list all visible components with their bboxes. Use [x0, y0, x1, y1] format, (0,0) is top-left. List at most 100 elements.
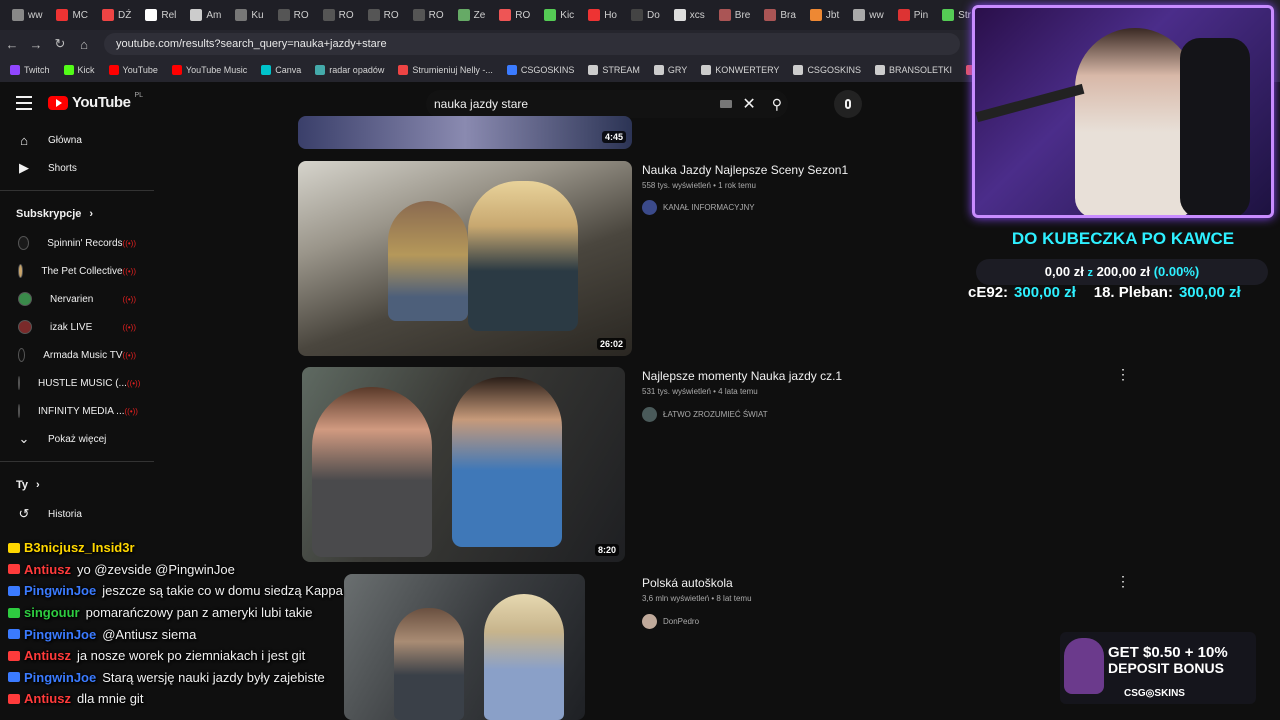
tab-label: Ho — [604, 9, 617, 21]
streamer-figure — [1075, 28, 1195, 215]
tab-label: Pin — [913, 9, 929, 21]
video-thumbnail[interactable]: 4:45 — [298, 116, 632, 149]
tab-favicon-icon — [630, 9, 643, 21]
video-thumbnail[interactable]: 26:02 — [298, 161, 632, 356]
menu-icon[interactable] — [16, 96, 32, 114]
bookmark-item[interactable]: BRANSOLETKI — [874, 65, 952, 75]
browser-tab[interactable]: xcs — [668, 2, 711, 28]
url-field[interactable]: youtube.com/results?search_query=nauka+j… — [104, 33, 960, 55]
browser-tab[interactable]: RO — [317, 2, 360, 28]
sidebar-item-shorts[interactable]: ▶ Shorts — [0, 154, 154, 182]
tab-label: Jbt — [825, 9, 840, 21]
browser-tab[interactable]: RO — [407, 2, 450, 28]
goal-percent: (0.00%) — [1153, 264, 1200, 279]
back-icon[interactable]: ← — [0, 37, 24, 52]
video-title[interactable]: Najlepsze momenty Nauka jazdy cz.1 — [642, 369, 842, 383]
more-actions-icon[interactable]: ⋮ — [1116, 573, 1130, 590]
clear-search-icon[interactable]: ✕ — [742, 94, 755, 114]
chat-message: Antiusz ja nosze worek po ziemniakach i j… — [0, 645, 360, 667]
bookmark-item[interactable]: Strumieniuj Nelly -... — [398, 65, 493, 75]
browser-tab[interactable]: Am — [184, 2, 227, 28]
video-thumbnail[interactable] — [344, 574, 585, 720]
ad-headline: GET $0.50 + 10% — [1108, 644, 1228, 661]
reload-icon[interactable]: ↻ — [48, 36, 72, 52]
bookmark-item[interactable]: Canva — [261, 65, 301, 75]
channel-link[interactable]: ŁATWO ZROZUMIEĆ ŚWIAT — [642, 407, 768, 422]
bookmark-item[interactable]: Twitch — [10, 65, 50, 75]
chair-shape — [1180, 38, 1250, 215]
browser-tab[interactable]: MC — [50, 2, 94, 28]
channel-link[interactable]: DonPedro — [642, 614, 699, 629]
forward-icon[interactable]: → — [24, 37, 48, 52]
bookmark-icon — [588, 65, 599, 75]
browser-tab[interactable]: RO — [362, 2, 405, 28]
tab-favicon-icon — [588, 9, 601, 21]
bookmark-item[interactable]: GRY — [653, 65, 687, 75]
voice-search-button[interactable] — [834, 90, 862, 118]
search-box[interactable]: nauka jazdy stare ✕ ⚲ — [426, 90, 788, 118]
browser-tab[interactable]: Str — [936, 2, 977, 28]
browser-tab[interactable]: RO — [272, 2, 315, 28]
bookmark-item[interactable]: CSGOSKINS — [793, 65, 861, 75]
video-title[interactable]: Polská autoškola — [642, 576, 733, 590]
browser-tab[interactable]: Pin — [892, 2, 934, 28]
home-icon[interactable]: ⌂ — [72, 37, 96, 52]
bookmark-item[interactable]: YouTube Music — [171, 65, 248, 75]
chat-text: jeszcze są takie co w domu siedzą Kappa — [102, 583, 343, 599]
browser-tab[interactable]: Bra — [758, 2, 802, 28]
more-actions-icon[interactable]: ⋮ — [1116, 366, 1130, 383]
browser-tab[interactable]: Bre — [713, 2, 757, 28]
video-duration: 8:20 — [594, 544, 619, 556]
bookmark-icon — [315, 65, 326, 75]
chat-text: yo @zevside @PingwinJoe — [76, 561, 235, 577]
browser-tab[interactable]: Ho — [582, 2, 623, 28]
bookmark-item[interactable]: CSGOSKINS — [506, 65, 574, 75]
search-icon[interactable]: ⚲ — [772, 96, 782, 113]
browser-tab[interactable]: ww — [6, 2, 48, 28]
tab-label: DŹ — [118, 9, 132, 21]
bookmark-label: YouTube Music — [185, 65, 248, 75]
tab-favicon-icon — [544, 9, 557, 21]
sidebar-item-subscription[interactable]: izak LIVE ((•)) — [0, 313, 154, 341]
bookmark-item[interactable]: KONWERTERY — [701, 65, 779, 75]
browser-tab[interactable]: Jbt — [804, 2, 845, 28]
chat-text: pomarańczowy pan z ameryki lubi takie — [85, 605, 313, 621]
video-thumbnail[interactable]: 8:20 — [302, 367, 625, 562]
sidebar-item-subscription[interactable]: The Pet Collective ((•)) — [0, 257, 154, 285]
video-title[interactable]: Nauka Jazdy Najlepsze Sceny Sezon1 — [642, 163, 848, 177]
browser-tab[interactable]: Do — [625, 2, 666, 28]
youtube-logo[interactable]: YouTube PL — [48, 92, 143, 111]
chat-badge-icon — [8, 693, 20, 704]
sidebar-item-subscription[interactable]: Nervarien ((•)) — [0, 285, 154, 313]
you-header[interactable]: Ty › — [0, 470, 154, 500]
live-indicator-icon: ((•)) — [122, 238, 136, 248]
chat-username: PingwinJoe — [24, 669, 97, 685]
sidebar-item-subscription[interactable]: HUSTLE MUSIC (... ((•)) — [0, 369, 154, 397]
bookmark-item[interactable]: radar opadów — [315, 65, 384, 75]
browser-tab[interactable]: Rel — [139, 2, 182, 28]
sidebar-item-subscription[interactable]: INFINITY MEDIA ... ((•)) — [0, 397, 154, 425]
bookmark-item[interactable]: YouTube — [108, 65, 158, 75]
sidebar-item-home[interactable]: ⌂ Główna — [0, 126, 154, 154]
bookmark-icon — [10, 65, 20, 75]
show-more-button[interactable]: ⌄ Pokaż więcej — [0, 425, 154, 453]
sidebar-item-history[interactable]: ↺ Historia — [0, 500, 154, 528]
search-input[interactable]: nauka jazdy stare — [434, 97, 528, 111]
video-duration: 4:45 — [601, 131, 626, 143]
bookmark-item[interactable]: STREAM — [588, 65, 640, 75]
stream-chat: B3nicjusz_Insid3r Antiusz yo @zevside @Pin… — [0, 537, 360, 710]
browser-tab[interactable]: Ku — [229, 2, 269, 28]
channel-link[interactable]: KANAŁ INFORMACYJNY — [642, 200, 755, 215]
chat-message: Antiusz dla mnie git — [0, 688, 360, 710]
sidebar-item-subscription[interactable]: Spinnin' Records ((•)) — [0, 229, 154, 257]
webcam-overlay — [972, 5, 1274, 218]
browser-tab[interactable]: Ze — [452, 2, 492, 28]
sidebar-item-subscription[interactable]: Armada Music TV ((•)) — [0, 341, 154, 369]
browser-tab[interactable]: DŹ — [96, 2, 137, 28]
browser-tab[interactable]: Kic — [538, 2, 580, 28]
bookmark-item[interactable]: Kick — [63, 65, 95, 75]
browser-tab[interactable]: ww — [847, 2, 889, 28]
keyboard-icon[interactable] — [720, 100, 733, 108]
browser-tab[interactable]: RO — [493, 2, 536, 28]
subscriptions-header[interactable]: Subskrypcje › — [0, 199, 154, 229]
